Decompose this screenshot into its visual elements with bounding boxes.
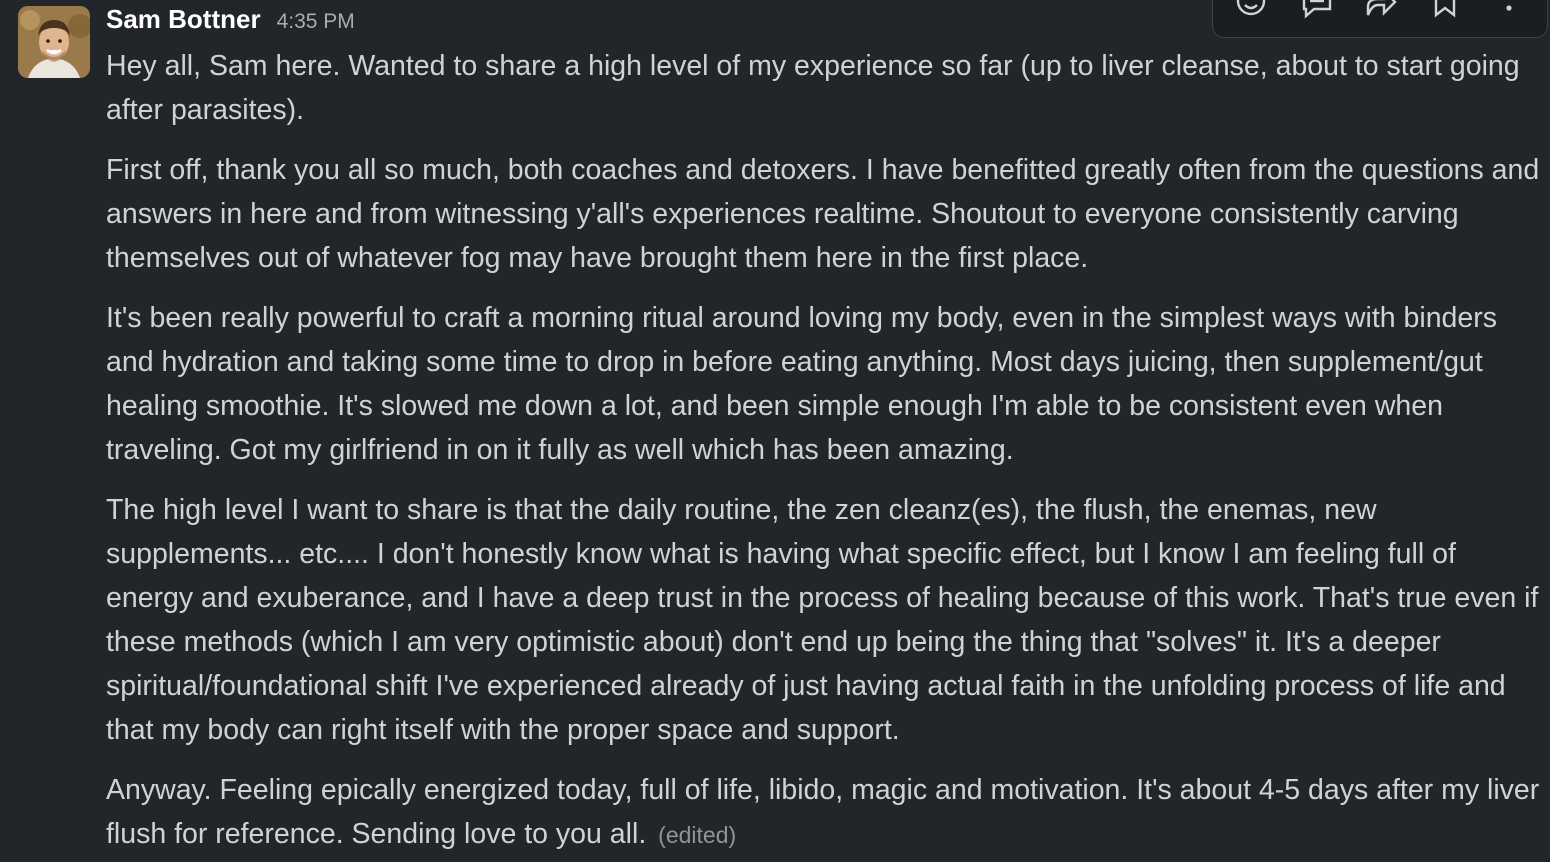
add-reaction-icon[interactable]	[1233, 0, 1269, 21]
sender-name[interactable]: Sam Bottner	[106, 4, 261, 35]
forward-icon[interactable]	[1363, 0, 1399, 21]
save-bookmark-icon[interactable]	[1427, 0, 1463, 21]
reply-in-thread-icon[interactable]	[1299, 0, 1335, 21]
more-actions-icon[interactable]	[1491, 0, 1527, 21]
edited-label: (edited)	[658, 822, 737, 848]
message-paragraph: First off, thank you all so much, both c…	[106, 154, 1540, 274]
message-paragraph: Hey all, Sam here. Wanted to share a hig…	[106, 50, 1520, 126]
message-container: Sam Bottner 4:35 PM Hey all, Sam here. W…	[0, 0, 1550, 862]
message-paragraph: It's been really powerful to craft a mor…	[106, 302, 1498, 466]
avatar[interactable]	[18, 6, 90, 78]
message-paragraph-last: Anyway. Feeling epically energized today…	[106, 768, 1546, 857]
avatar-image	[18, 6, 90, 78]
message-header: Sam Bottner 4:35 PM	[106, 4, 355, 40]
message-timestamp[interactable]: 4:35 PM	[277, 10, 355, 34]
message-actions-toolbar	[1212, 0, 1548, 38]
message-paragraph: The high level I want to share is that t…	[106, 494, 1539, 746]
message-body: Hey all, Sam here. Wanted to share a hig…	[106, 44, 1546, 862]
message-paragraph: Anyway. Feeling epically energized today…	[106, 774, 1540, 850]
